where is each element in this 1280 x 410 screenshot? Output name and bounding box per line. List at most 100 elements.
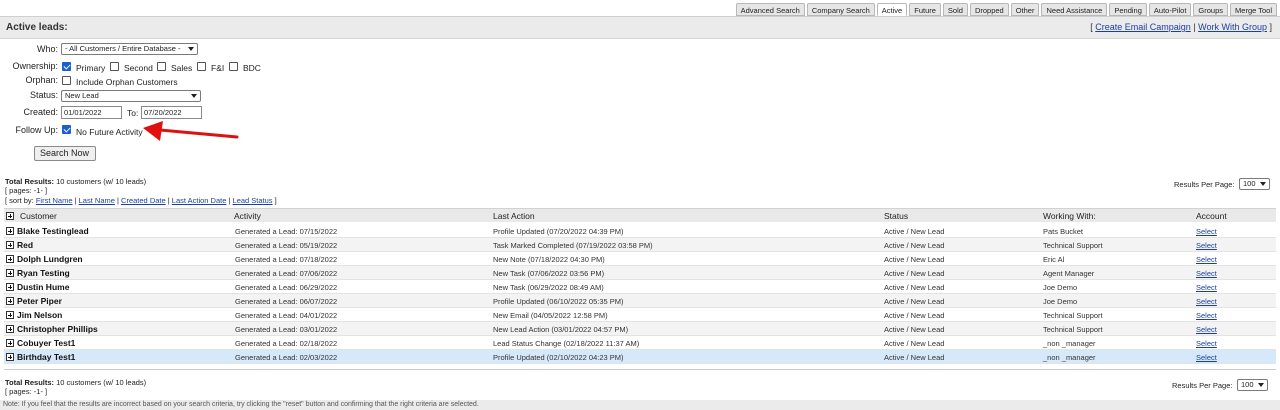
customer-name[interactable]: Dustin Hume bbox=[17, 282, 69, 292]
pages-indicator: [ pages: -1- ] bbox=[5, 186, 48, 195]
select-account-link[interactable]: Select bbox=[1196, 283, 1217, 292]
customer-name[interactable]: Christopher Phillips bbox=[17, 324, 98, 334]
results-per-page-label: Results Per Page: bbox=[1174, 180, 1235, 189]
last-action-cell: New Email (04/05/2022 12:58 PM) bbox=[493, 311, 608, 320]
select-link: Select bbox=[1196, 353, 1217, 362]
activity-cell: Generated a Lead: 05/19/2022 bbox=[235, 241, 338, 250]
table-row: Ryan Testing Generated a Lead: 07/06/202… bbox=[4, 266, 1276, 280]
sort-prefix: [ sort by: bbox=[5, 196, 36, 205]
tab-dropped[interactable]: Dropped bbox=[969, 3, 1009, 16]
select-account-link[interactable]: Select bbox=[1196, 297, 1217, 306]
search-now-button[interactable]: Search Now bbox=[34, 146, 96, 161]
tab-auto-pilot[interactable]: Auto-Pilot bbox=[1148, 3, 1192, 16]
customer-name[interactable]: Ryan Testing bbox=[17, 268, 70, 278]
select-link: Select bbox=[1196, 325, 1217, 334]
customer-name[interactable]: Peter Piper bbox=[17, 296, 62, 306]
sort-by: [ sort by: First Name | Last Name | Crea… bbox=[5, 196, 277, 205]
select-link: Select bbox=[1196, 269, 1217, 278]
sort-created-date-link[interactable]: Created Date bbox=[121, 196, 166, 205]
table-row: Peter Piper Generated a Lead: 06/07/2022… bbox=[4, 294, 1276, 308]
results-per-page-select-bottom[interactable]: 100 bbox=[1237, 379, 1268, 391]
expand-row-icon[interactable] bbox=[6, 325, 14, 333]
tab-need-assistance[interactable]: Need Assistance bbox=[1041, 3, 1108, 16]
customer-name[interactable]: Blake Testinglead bbox=[17, 226, 89, 236]
column-activity: Activity bbox=[234, 211, 261, 221]
table-row: Christopher Phillips Generated a Lead: 0… bbox=[4, 322, 1276, 336]
tab-advanced-search[interactable]: Advanced Search bbox=[735, 3, 805, 16]
activity-cell: Generated a Lead: 06/29/2022 bbox=[235, 283, 338, 292]
expand-row-icon[interactable] bbox=[6, 297, 14, 305]
results-per-page-select[interactable]: 100 bbox=[1239, 178, 1270, 190]
working-with-cell: Technical Support bbox=[1043, 325, 1103, 334]
footer-note: Note: If you feel that the results are i… bbox=[0, 400, 1280, 410]
expand-all-icon[interactable] bbox=[6, 212, 14, 220]
status-cell: Active / New Lead bbox=[884, 269, 945, 278]
customer-name[interactable]: Cobuyer Test1 bbox=[17, 338, 75, 348]
status-cell: Active / New Lead bbox=[884, 255, 945, 264]
select-link: Select bbox=[1196, 227, 1217, 236]
activity-cell: Generated a Lead: 07/15/2022 bbox=[235, 227, 338, 236]
expand-row-icon[interactable] bbox=[6, 227, 14, 235]
expand-row-icon[interactable] bbox=[6, 353, 14, 361]
sort-last-action-date-link[interactable]: Last Action Date bbox=[172, 196, 227, 205]
working-with-cell: Joe Demo bbox=[1043, 297, 1078, 306]
table-row: Jim Nelson Generated a Lead: 04/01/2022 … bbox=[4, 308, 1276, 322]
sort-last-name-link[interactable]: Last Name bbox=[79, 196, 115, 205]
status-cell: Active / New Lead bbox=[884, 297, 945, 306]
working-with-cell: Eric Al bbox=[1043, 255, 1065, 264]
select-account-link[interactable]: Select bbox=[1196, 269, 1217, 278]
results-per-page-label-bottom: Results Per Page: bbox=[1172, 381, 1233, 390]
tab-company-search[interactable]: Company Search bbox=[806, 3, 875, 16]
last-action-cell: Task Marked Completed (07/19/2022 03:58 … bbox=[493, 241, 653, 250]
total-results-label: Total Results: bbox=[5, 378, 55, 387]
status-cell: Active / New Lead bbox=[884, 311, 945, 320]
expand-row-icon[interactable] bbox=[6, 339, 14, 347]
select-account-link[interactable]: Select bbox=[1196, 325, 1217, 334]
working-with-cell: Joe Demo bbox=[1043, 283, 1078, 292]
work-with-group-link[interactable]: Work With Group bbox=[1198, 22, 1267, 32]
select-account-link[interactable]: Select bbox=[1196, 241, 1217, 250]
create-email-campaign-link[interactable]: Create Email Campaign bbox=[1095, 22, 1191, 32]
customer-name[interactable]: Dolph Lundgren bbox=[17, 254, 83, 264]
customer-name[interactable]: Red bbox=[17, 240, 33, 250]
tab-other[interactable]: Other bbox=[1010, 3, 1040, 16]
table-row: Dustin Hume Generated a Lead: 06/29/2022… bbox=[4, 280, 1276, 294]
tab-sold[interactable]: Sold bbox=[942, 3, 968, 16]
status-cell: Active / New Lead bbox=[884, 227, 945, 236]
customer-name[interactable]: Jim Nelson bbox=[17, 310, 62, 320]
select-account-link[interactable]: Select bbox=[1196, 339, 1217, 348]
header-links: [ Create Email Campaign | Work With Grou… bbox=[1090, 22, 1272, 32]
select-link: Select bbox=[1196, 311, 1217, 320]
expand-row-icon[interactable] bbox=[6, 269, 14, 277]
expand-row-icon[interactable] bbox=[6, 255, 14, 263]
tab-future[interactable]: Future bbox=[909, 3, 941, 16]
select-account-link[interactable]: Select bbox=[1196, 227, 1217, 236]
activity-cell: Generated a Lead: 06/07/2022 bbox=[235, 297, 338, 306]
customer-name[interactable]: Birthday Test1 bbox=[17, 352, 75, 362]
select-account-link[interactable]: Select bbox=[1196, 255, 1217, 264]
select-account-link[interactable]: Select bbox=[1196, 353, 1217, 362]
tab-pending[interactable]: Pending bbox=[1109, 3, 1147, 16]
select-link: Select bbox=[1196, 255, 1217, 264]
last-action-cell: Profile Updated (07/20/2022 04:39 PM) bbox=[493, 227, 624, 236]
table-divider bbox=[4, 369, 1276, 370]
activity-cell: Generated a Lead: 03/01/2022 bbox=[235, 325, 338, 334]
activity-cell: Generated a Lead: 02/18/2022 bbox=[235, 339, 338, 348]
total-results-text: 10 customers (w/ 10 leads) bbox=[54, 177, 147, 186]
table-row: Red Generated a Lead: 05/19/2022 Task Ma… bbox=[4, 238, 1276, 252]
total-results-label: Total Results: bbox=[5, 177, 55, 186]
sort-first-name-link[interactable]: First Name bbox=[36, 196, 73, 205]
last-action-cell: Profile Updated (06/10/2022 05:35 PM) bbox=[493, 297, 624, 306]
expand-row-icon[interactable] bbox=[6, 283, 14, 291]
table-row: Dolph Lundgren Generated a Lead: 07/18/2… bbox=[4, 252, 1276, 266]
tab-active[interactable]: Active bbox=[876, 3, 908, 16]
sort-lead-status-link[interactable]: Lead Status bbox=[233, 196, 273, 205]
expand-row-icon[interactable] bbox=[6, 241, 14, 249]
tab-merge-tool[interactable]: Merge Tool bbox=[1230, 3, 1277, 16]
expand-row-icon[interactable] bbox=[6, 311, 14, 319]
sort-suffix: ] bbox=[272, 196, 277, 205]
last-action-cell: New Note (07/18/2022 04:30 PM) bbox=[493, 255, 605, 264]
tab-groups[interactable]: Groups bbox=[1193, 3, 1229, 16]
last-action-cell: Profile Updated (02/10/2022 04:23 PM) bbox=[493, 353, 624, 362]
select-account-link[interactable]: Select bbox=[1196, 311, 1217, 320]
